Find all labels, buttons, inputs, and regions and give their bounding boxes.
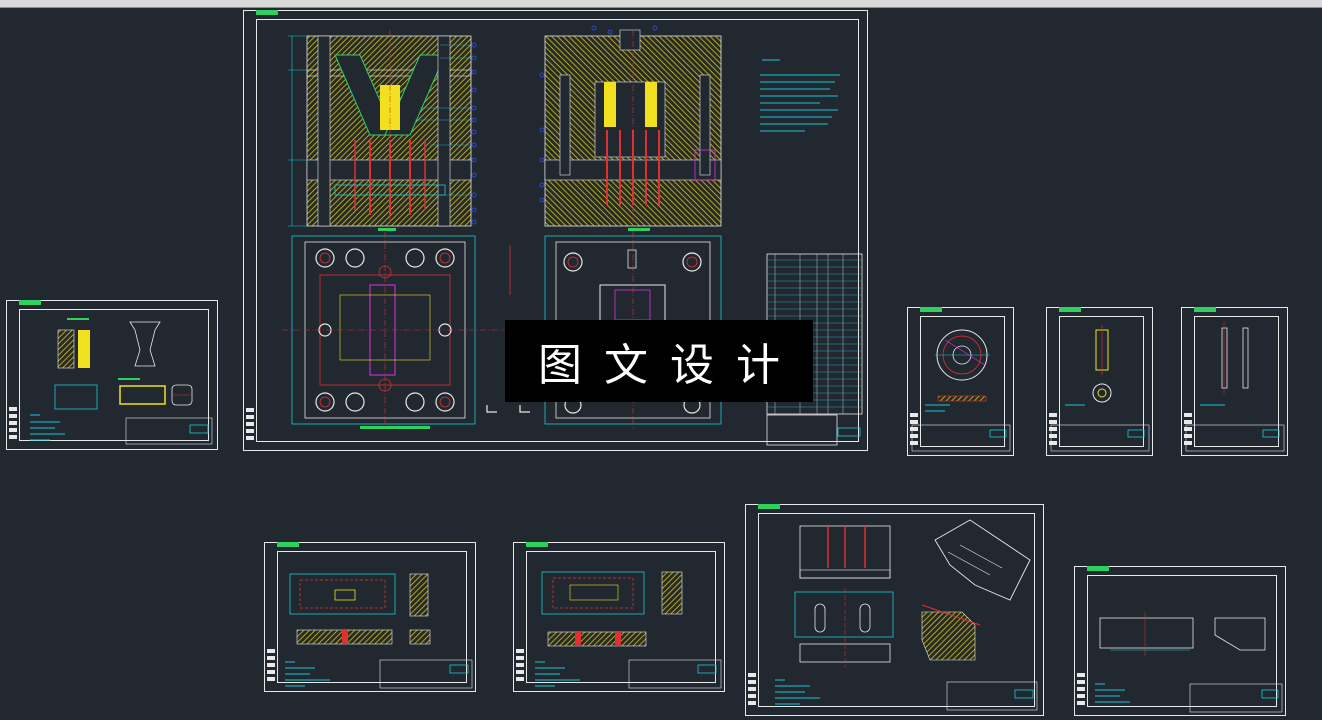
technical-requirements-notes bbox=[760, 59, 840, 132]
sheet-5-views[interactable] bbox=[289, 573, 473, 689]
side-section-view[interactable] bbox=[539, 25, 722, 232]
sheet-6-views[interactable] bbox=[541, 571, 722, 689]
sheet-1-views[interactable] bbox=[54, 318, 213, 445]
fixed-half-plan-view[interactable] bbox=[282, 232, 511, 430]
sheet-3-views[interactable] bbox=[1050, 325, 1150, 452]
sheet-7-views[interactable] bbox=[794, 519, 1038, 711]
front-section-view[interactable] bbox=[288, 30, 477, 232]
watermark-overlay: 图文设计 bbox=[505, 320, 813, 402]
sheet-2-views[interactable] bbox=[911, 329, 1011, 452]
balloon-callouts bbox=[471, 42, 477, 225]
watermark-text: 图文设计 bbox=[538, 340, 802, 391]
sheet-4-views[interactable] bbox=[1185, 322, 1285, 452]
sheet-8-views[interactable] bbox=[1099, 612, 1283, 713]
sheet-notes bbox=[30, 404, 1225, 705]
section-mark-icon bbox=[486, 405, 530, 413]
